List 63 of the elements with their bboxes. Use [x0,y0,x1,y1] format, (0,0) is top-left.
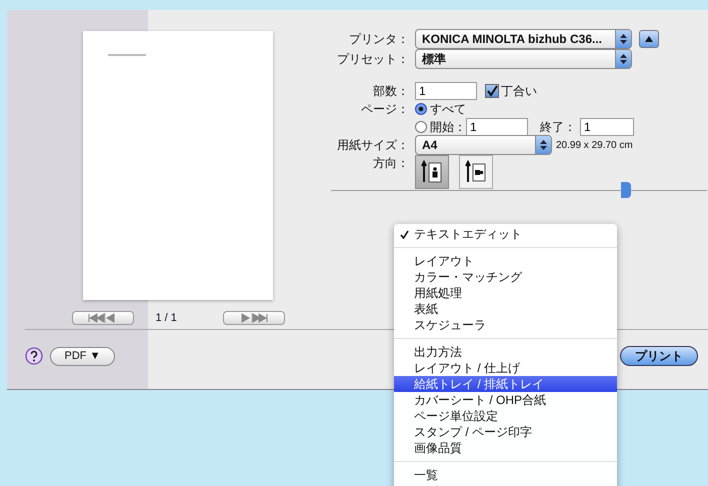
from-field[interactable]: 1 [466,118,528,136]
menu-item[interactable]: スタンプ / ページ印字 [394,424,617,440]
menu-item[interactable]: スケジューラ [394,317,617,333]
menu-item-label: カバーシート / OHP合紙 [414,393,546,407]
menu-item-label: レイアウト [414,254,474,268]
orientation-label: 方向： [372,154,410,172]
next-last-buttons[interactable] [222,311,284,325]
paper-dimensions: 20.99 x 29.70 cm [556,140,633,150]
menu-item[interactable]: 給紙トレイ / 排紙トレイ [394,376,617,392]
from-label: 開始： [430,118,466,136]
menu-item-label: ページ単位設定 [414,409,498,423]
preset-popup[interactable]: 標準 [415,49,632,69]
menu-item-label: スタンプ / ページ印字 [414,425,532,439]
menu-item[interactable]: 一覧 [394,467,617,483]
landscape-button[interactable] [459,155,493,189]
help-button[interactable] [25,347,43,365]
paper-size-label: 用紙サイズ： [336,136,410,154]
print-button[interactable]: プリント [620,346,698,366]
checkmark-icon [400,230,409,240]
text-line-drawing [108,54,146,56]
menu-item[interactable]: レイアウト [394,253,617,269]
menu-item-label: レイアウト / 仕上げ [414,361,520,375]
copies-field[interactable]: 1 [415,82,477,100]
menu-item[interactable]: テキストエディット [394,226,617,242]
menu-item[interactable]: 用紙処理 [394,285,617,301]
radio-button[interactable] [415,103,427,115]
pdf-button[interactable]: PDF ▼ [50,346,115,366]
to-label: 終了： [540,118,576,136]
menu-item-label: 画像品質 [414,441,462,455]
menu-item[interactable]: カバーシート / OHP合紙 [394,392,617,408]
collapse-button[interactable] [639,30,659,48]
to-field[interactable]: 1 [580,118,634,136]
radio-button[interactable] [415,121,427,133]
stepper-arrows-icon [620,33,627,45]
stepper-arrows-icon [620,53,627,65]
menu-item[interactable]: レイアウト / 仕上げ [394,360,617,376]
menu-item-label: スケジューラ [414,318,486,332]
menu-item-label: テキストエディット [414,227,522,241]
menu-item-label: 給紙トレイ / 排紙トレイ [414,377,544,391]
collate-label: 丁合い [501,82,537,100]
portrait-button[interactable] [415,155,449,189]
menu-item-label: 表紙 [414,302,438,316]
collate-checkbox[interactable] [485,84,499,98]
menu-item-label: 用紙処理 [414,286,462,300]
menu-item[interactable]: 表紙 [394,301,617,317]
menu-item[interactable]: 出力方法 [394,344,617,360]
page-indicator: 1 / 1 [156,312,178,324]
menu-item[interactable]: カラー・マッチング [394,269,617,285]
first-previous-buttons[interactable] [72,311,134,325]
menu-item[interactable]: ページ単位設定 [394,408,617,424]
menu-item-label: カラー・マッチング [414,270,522,284]
menu-item-label: 一覧 [414,468,438,482]
preset-label: プリセット： [336,50,410,68]
copies-label: 部数： [372,82,410,100]
stepper-arrows-icon [540,139,547,151]
menu-item[interactable]: 画像品質 [394,440,617,456]
menu-item-label: 出力方法 [414,345,462,359]
all-pages-label: すべて [430,100,466,118]
printer-popup[interactable]: KONICA MINOLTA bizhub C36... [415,29,632,49]
pages-label: ページ： [360,100,410,118]
up-triangle-icon [645,36,653,42]
paper-size-popup[interactable]: A4 [415,135,552,155]
printer-label: プリンタ： [348,30,410,48]
